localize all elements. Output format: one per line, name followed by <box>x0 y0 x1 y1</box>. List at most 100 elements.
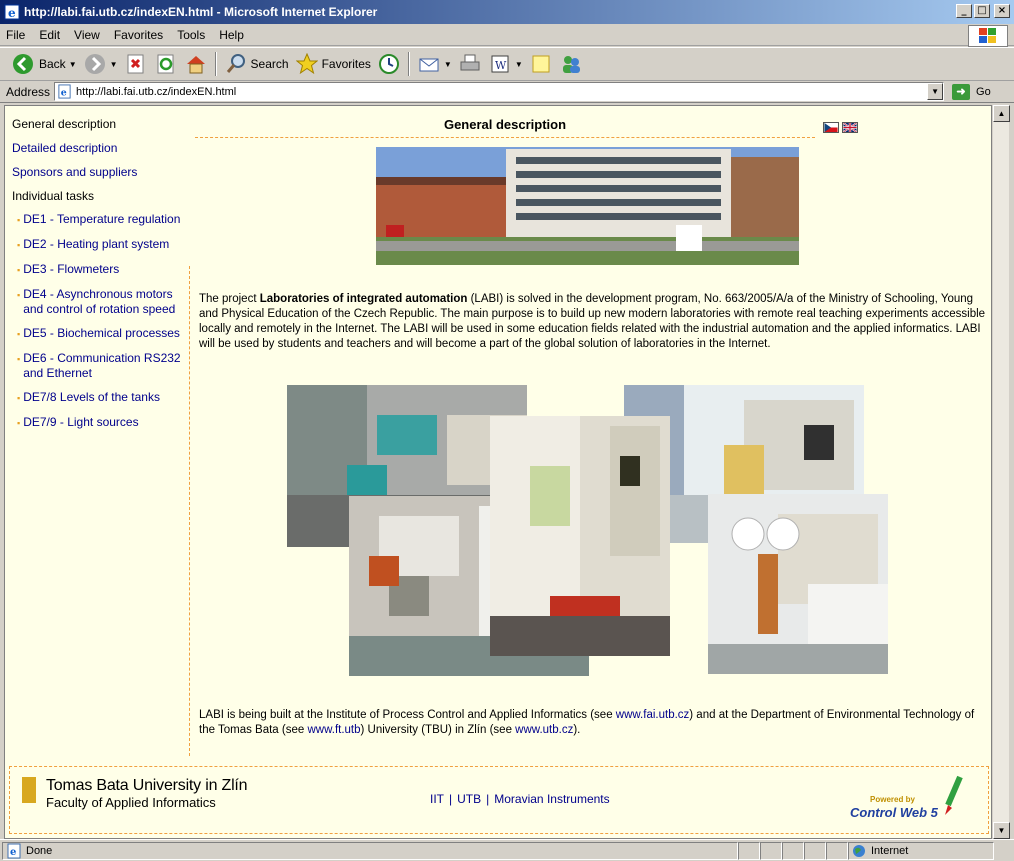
footer-link-moravian[interactable]: Moravian Instruments <box>494 792 609 806</box>
favorites-button[interactable]: Favorites <box>292 50 374 78</box>
control-web-logo[interactable]: Powered by Control Web 5 <box>850 775 970 825</box>
menu-view[interactable]: View <box>74 28 100 42</box>
address-dropdown-icon[interactable]: ▼ <box>927 83 944 100</box>
nav-task-de2[interactable]: ▪ DE2 - Heating plant system <box>12 237 192 253</box>
nav-task-label: DE4 - Asynchronous motors and control of… <box>23 287 176 316</box>
window-title: http://labi.fai.utb.cz/indexEN.html - Mi… <box>24 5 378 19</box>
scroll-up-icon[interactable]: ▲ <box>993 105 1010 122</box>
status-main: e Done <box>2 841 738 860</box>
menu-favorites[interactable]: Favorites <box>114 28 163 42</box>
mail-icon <box>417 52 441 76</box>
menu-edit[interactable]: Edit <box>39 28 60 42</box>
note-icon <box>529 52 553 76</box>
mail-dropdown-icon[interactable]: ▼ <box>444 60 452 69</box>
nav-task-label: DE2 - Heating plant system <box>23 237 170 251</box>
close-button[interactable]: × <box>994 4 1010 18</box>
nav-detailed-description[interactable]: Detailed description <box>12 138 192 162</box>
nav-task-de6[interactable]: ▪ DE6 - Communication RS232 and Ethernet <box>12 351 192 381</box>
footer-links: IIT | UTB | Moravian Instruments <box>430 792 610 806</box>
nav-task-label: DE7/8 Levels of the tanks <box>23 390 160 404</box>
nav-divider <box>189 266 190 756</box>
nav-task-de4[interactable]: ▪ DE4 - Asynchronous motors and control o… <box>12 287 192 317</box>
bullet-icon: ▪ <box>17 240 21 250</box>
refresh-icon <box>154 52 178 76</box>
bullet-icon: ▪ <box>17 215 21 225</box>
nav-general-description: General description <box>12 117 117 131</box>
nav-sponsors[interactable]: Sponsors and suppliers <box>12 162 192 186</box>
toolbar: Back ▼ ▼ Search Favorites ▼ W ▼ <box>0 47 1014 81</box>
forward-dropdown-icon[interactable]: ▼ <box>110 60 118 69</box>
language-flags <box>823 122 858 133</box>
menu-help[interactable]: Help <box>219 28 244 42</box>
nav-task-label: DE7/9 - Light sources <box>23 415 139 429</box>
page-done-icon: e <box>7 843 21 858</box>
intro-project-name: Laboratories of integrated automation <box>259 293 468 305</box>
go-button[interactable]: ➜ Go <box>952 83 991 100</box>
forward-arrow-icon <box>83 52 107 76</box>
page-icon: e <box>58 84 71 99</box>
nav-task-de1[interactable]: ▪ DE1 - Temperature regulation <box>12 212 192 228</box>
zone-text: Internet <box>871 844 909 857</box>
vertical-scrollbar[interactable]: ▲ ▼ <box>992 105 1010 839</box>
control-web-name: Control Web 5 <box>850 805 938 820</box>
scroll-down-icon[interactable]: ▼ <box>993 822 1010 839</box>
nav-task-label: DE5 - Biochemical processes <box>23 326 180 340</box>
address-url: http://labi.fai.utb.cz/indexEN.html <box>76 85 237 98</box>
bullet-icon: ▪ <box>17 418 21 428</box>
messenger-button[interactable] <box>556 50 586 78</box>
home-button[interactable] <box>181 50 211 78</box>
back-button[interactable]: Back ▼ <box>8 50 80 78</box>
go-label: Go <box>976 85 991 98</box>
title-divider <box>195 137 815 138</box>
minimize-button[interactable]: _ <box>956 4 972 18</box>
czech-flag-icon[interactable] <box>823 122 839 133</box>
internet-globe-icon <box>853 844 865 857</box>
utb-link[interactable]: www.utb.cz <box>515 724 573 736</box>
english-flag-icon[interactable] <box>842 122 858 133</box>
nav-task-de3[interactable]: ▪ DE3 - Flowmeters <box>12 262 192 278</box>
fai-link[interactable]: www.fai.utb.cz <box>616 709 690 721</box>
favorites-star-icon <box>295 52 319 76</box>
address-input[interactable]: e http://labi.fai.utb.cz/indexEN.html ▼ <box>54 82 945 101</box>
nav-task-label: DE6 - Communication RS232 and Ethernet <box>23 351 181 380</box>
history-icon <box>377 52 401 76</box>
stop-button[interactable] <box>121 50 151 78</box>
mail-button[interactable]: ▼ <box>414 50 455 78</box>
bullet-icon: ▪ <box>17 354 21 364</box>
back-dropdown-icon[interactable]: ▼ <box>69 60 77 69</box>
discuss-button[interactable] <box>526 50 556 78</box>
outro-text-1: LABI is being built at the Institute of … <box>199 709 616 721</box>
menu-file[interactable]: File <box>6 28 25 42</box>
history-button[interactable] <box>374 50 404 78</box>
stop-icon <box>124 52 148 76</box>
status-pane <box>760 841 782 860</box>
edit-dropdown-icon[interactable]: ▼ <box>515 60 523 69</box>
ie-icon: e <box>4 4 20 20</box>
menu-tools[interactable]: Tools <box>177 28 205 42</box>
forward-button[interactable]: ▼ <box>80 50 121 78</box>
lab-photo-5 <box>708 494 888 674</box>
address-label: Address <box>6 84 51 99</box>
left-navigation: General description Detailed description… <box>12 114 192 440</box>
bullet-icon: ▪ <box>17 393 21 403</box>
footer-link-utb[interactable]: UTB <box>457 792 481 806</box>
nav-task-label: DE3 - Flowmeters <box>23 262 120 276</box>
nav-task-de7-9[interactable]: ▪ DE7/9 - Light sources <box>12 415 192 431</box>
outro-paragraph: LABI is being built at the Institute of … <box>199 708 989 738</box>
link-separator: | <box>449 792 453 806</box>
ft-link[interactable]: www.ft.utb <box>307 724 360 736</box>
refresh-button[interactable] <box>151 50 181 78</box>
printer-icon <box>458 52 482 76</box>
utb-logo[interactable]: Tomas Bata University in Zlín Faculty of… <box>22 777 248 811</box>
nav-task-de5[interactable]: ▪ DE5 - Biochemical processes <box>12 326 192 342</box>
status-bar: e Done Internet <box>0 839 1014 861</box>
svg-text:e: e <box>8 6 16 20</box>
nav-task-de7-8[interactable]: ▪ DE7/8 Levels of the tanks <box>12 390 192 406</box>
print-button[interactable] <box>455 50 485 78</box>
search-button[interactable]: Search <box>221 50 292 78</box>
footer-link-iit[interactable]: IIT <box>430 792 444 806</box>
edit-button[interactable]: W ▼ <box>485 50 526 78</box>
maximize-button[interactable]: □ <box>974 4 990 18</box>
back-label: Back <box>39 57 66 71</box>
menu-bar: File Edit View Favorites Tools Help <box>0 24 1014 47</box>
